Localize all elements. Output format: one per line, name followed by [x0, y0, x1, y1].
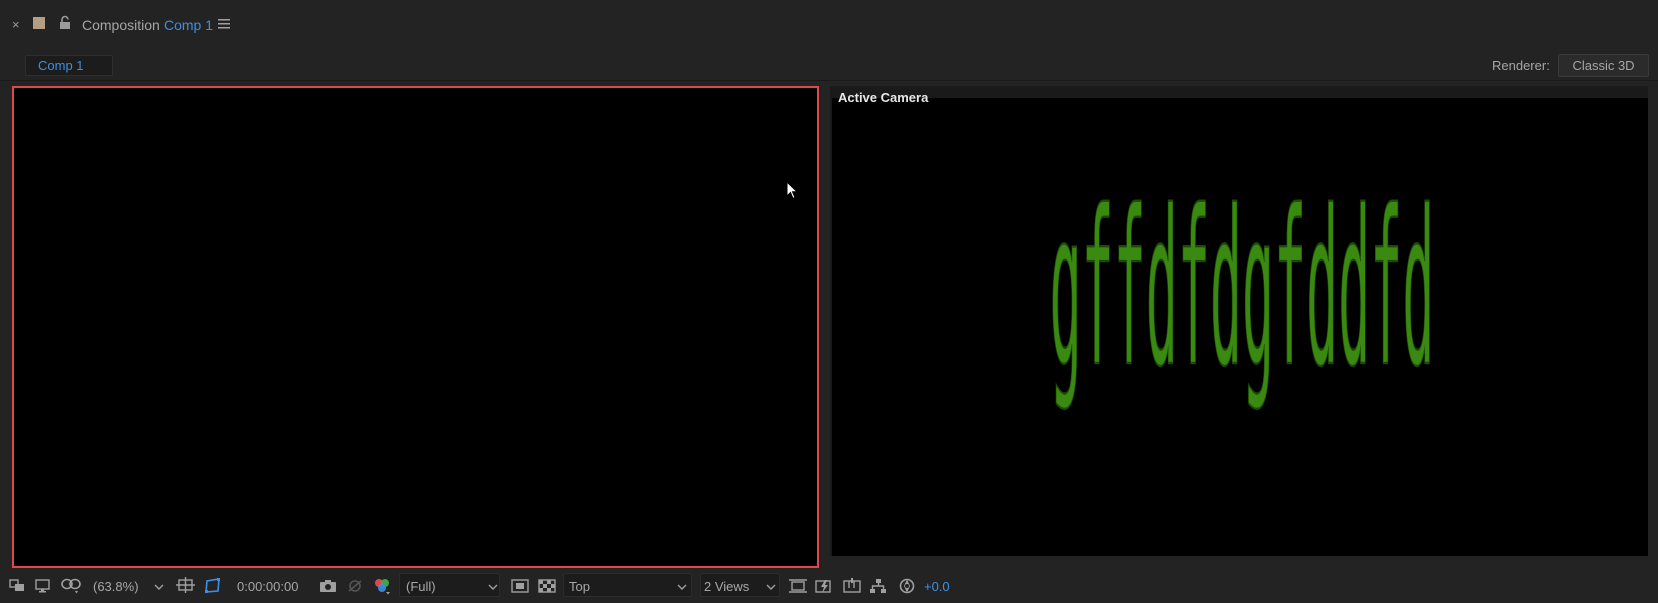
show-snapshot-icon[interactable]: [345, 574, 365, 598]
mask-path-icon[interactable]: [203, 574, 223, 598]
flowchart-icon[interactable]: [868, 574, 888, 598]
panel-title: Composition: [82, 17, 160, 33]
text-layer[interactable]: gffdfdgfddfd: [1049, 164, 1435, 415]
always-preview-icon[interactable]: [9, 574, 27, 598]
zoom-chevron-down-icon[interactable]: [154, 580, 164, 590]
grid-guide-icon[interactable]: [176, 574, 196, 598]
color-label-swatch[interactable]: [33, 17, 45, 29]
transparency-grid-icon[interactable]: [537, 574, 557, 598]
comp-tab-bar: [0, 48, 1658, 81]
3d-view-chevron-down-icon[interactable]: [677, 580, 687, 590]
renderer-button[interactable]: Classic 3D: [1558, 54, 1649, 77]
close-icon[interactable]: ×: [12, 17, 20, 32]
comp-tab[interactable]: Comp 1: [25, 55, 113, 76]
exposure-value[interactable]: +0.0: [924, 574, 950, 598]
fast-previews-icon[interactable]: [814, 574, 834, 598]
color-channels-icon[interactable]: [372, 574, 392, 598]
text-layer-render[interactable]: gffdfdgfddfd: [832, 98, 1648, 556]
left-viewer-active[interactable]: [12, 86, 819, 568]
region-of-interest-icon[interactable]: [510, 574, 530, 598]
timeline-icon[interactable]: [842, 574, 862, 598]
view-layout-chevron-down-icon[interactable]: [766, 580, 776, 590]
mouse-cursor-icon: [786, 180, 799, 201]
camera-snapshot-icon[interactable]: [318, 574, 338, 598]
comp-name-title[interactable]: Comp 1: [164, 17, 213, 33]
reset-exposure-icon[interactable]: [898, 574, 916, 598]
zoom-value[interactable]: (63.8%): [93, 574, 139, 598]
renderer-label: Renderer:: [1492, 58, 1550, 73]
view-layout-value: 2 Views: [704, 578, 750, 594]
mask-visibility-icon[interactable]: [60, 574, 82, 598]
resolution-chevron-down-icon[interactable]: [488, 580, 498, 590]
3d-view-value: Top: [569, 578, 590, 594]
panel-menu-icon[interactable]: [218, 18, 230, 30]
toggle-pixel-aspect-icon[interactable]: [788, 574, 808, 598]
monitor-icon[interactable]: [34, 574, 52, 598]
panel-title-bar: [0, 0, 1658, 48]
timecode-display[interactable]: 0:00:00:00: [237, 574, 298, 598]
resolution-value: (Full): [406, 578, 436, 594]
lock-icon[interactable]: [58, 15, 72, 31]
